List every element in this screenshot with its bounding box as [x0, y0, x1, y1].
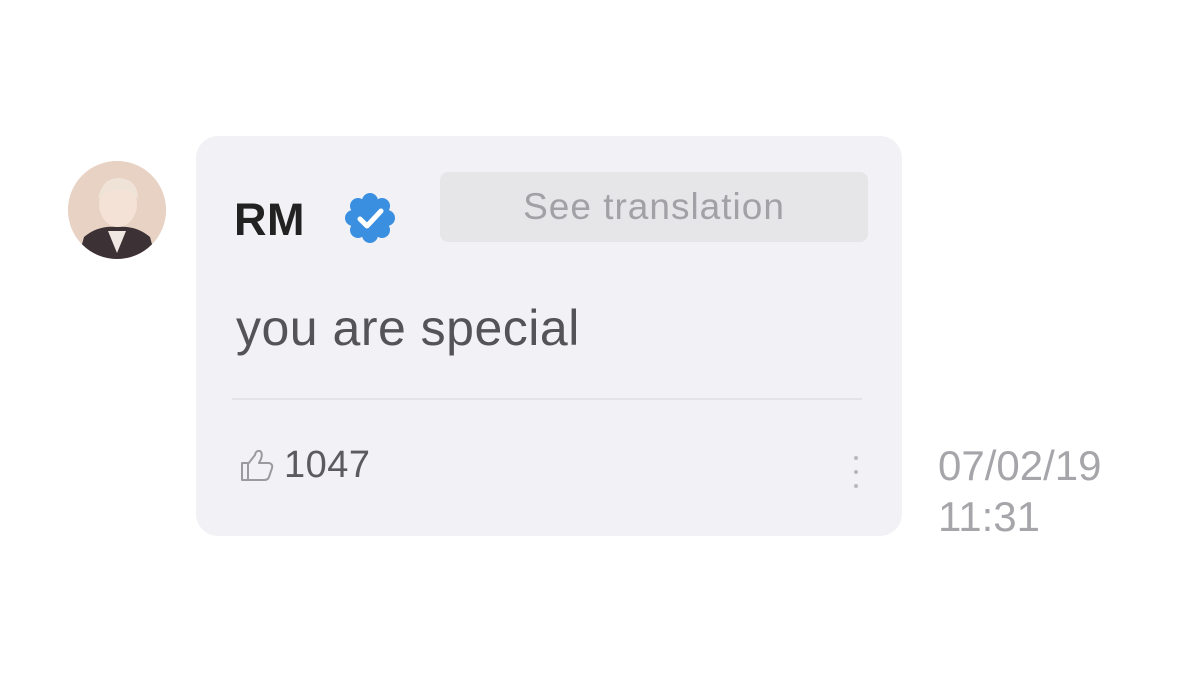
- timestamp-date: 07/02/19: [938, 442, 1102, 489]
- more-options-button[interactable]: [841, 452, 871, 496]
- verified-badge-icon: [345, 193, 395, 243]
- thumbs-up-icon: [241, 449, 274, 481]
- like-count: 1047: [284, 443, 371, 486]
- more-vertical-icon: [854, 470, 858, 474]
- timestamp-time: 11:31: [938, 493, 1040, 540]
- more-vertical-icon: [854, 456, 858, 460]
- more-vertical-icon: [854, 484, 858, 488]
- comment-card: RM See translation you are special 1047: [196, 136, 902, 536]
- see-translation-button[interactable]: See translation: [440, 172, 868, 242]
- comment-text: you are special: [236, 300, 580, 356]
- timestamp: 07/02/19 11:31: [938, 440, 1102, 542]
- author-name[interactable]: RM: [234, 194, 305, 246]
- divider: [232, 398, 862, 400]
- avatar-image: [68, 161, 166, 259]
- like-button[interactable]: 1047: [238, 443, 371, 487]
- avatar[interactable]: [68, 161, 166, 259]
